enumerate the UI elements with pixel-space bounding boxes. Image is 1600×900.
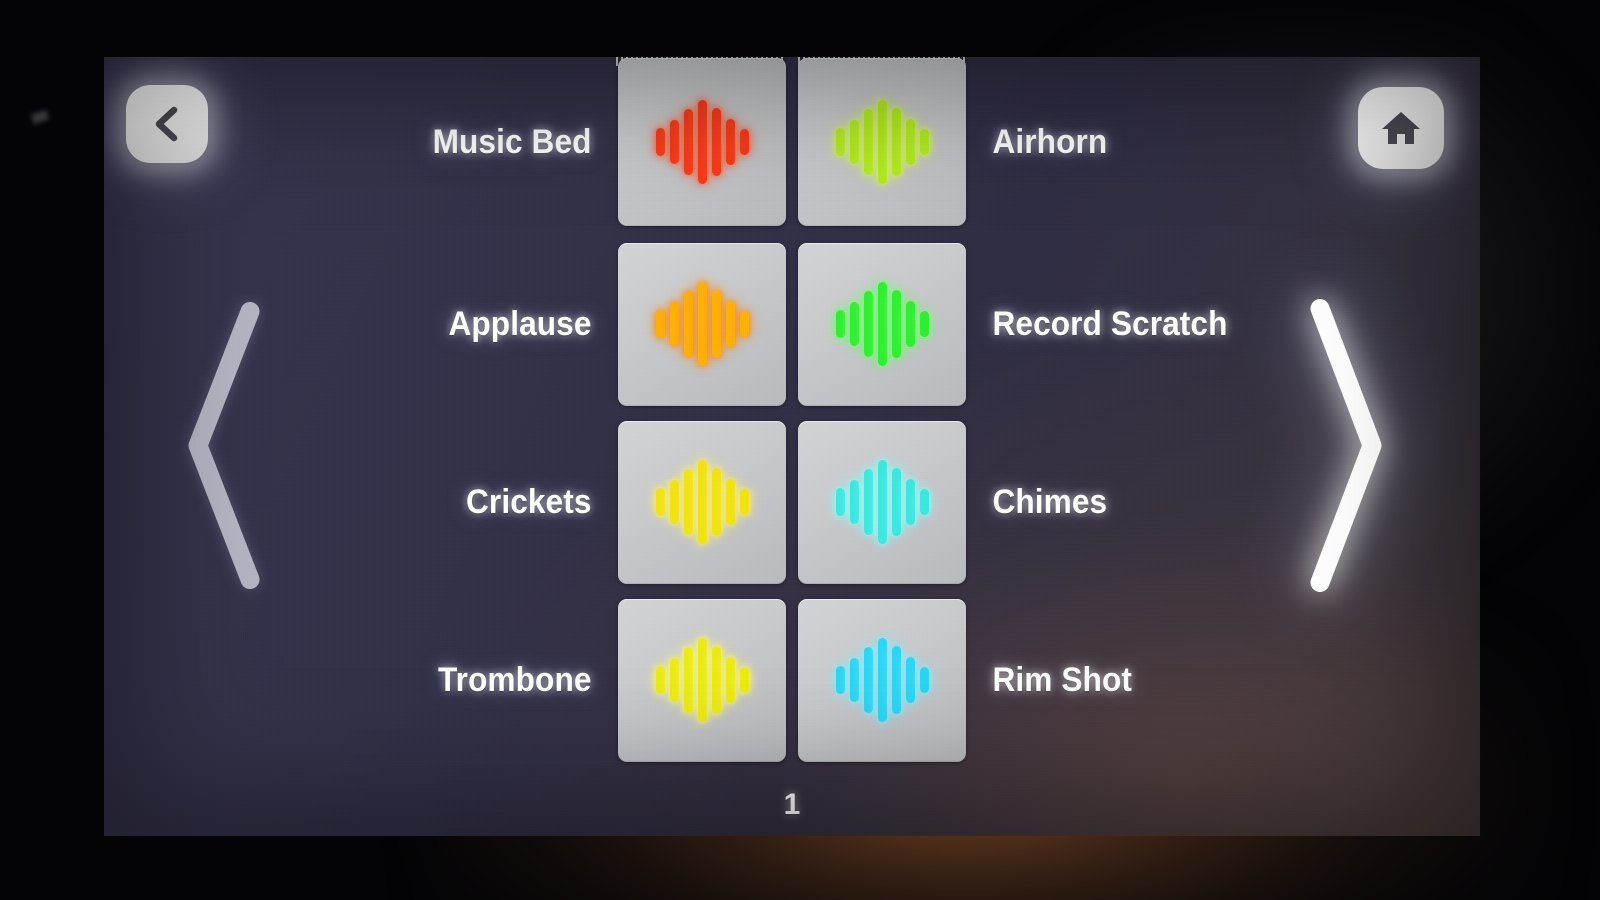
waveform-bar <box>669 480 679 524</box>
waveform-bar <box>711 468 721 536</box>
waveform-bar <box>863 647 873 713</box>
waveform-bar <box>877 100 887 184</box>
pad-label-right: Airhorn <box>992 122 1108 161</box>
waveform-bar <box>891 290 901 358</box>
waveform-icon <box>655 282 749 366</box>
pad-label-left: Crickets <box>465 482 592 521</box>
waveform-bar <box>711 290 721 358</box>
pad-label-left: Applause <box>448 304 592 343</box>
waveform-bar <box>863 469 873 535</box>
waveform-bar <box>739 488 749 516</box>
pad-label-right: Record Scratch <box>992 304 1228 343</box>
waveform-bar <box>739 128 749 156</box>
sound-pad-music-bed[interactable] <box>618 58 786 226</box>
waveform-bar <box>835 127 845 157</box>
waveform-bar <box>919 488 929 516</box>
waveform-bar <box>669 658 679 702</box>
waveform-bar <box>849 480 859 524</box>
waveform-bar <box>697 100 707 184</box>
waveform-icon <box>835 460 929 544</box>
waveform-bar <box>655 487 665 517</box>
waveform-bar <box>835 309 845 339</box>
waveform-bar <box>683 291 693 357</box>
waveform-bar <box>877 638 887 722</box>
waveform-bar <box>877 282 887 366</box>
waveform-bar <box>655 309 665 339</box>
waveform-bar <box>877 460 887 544</box>
waveform-bar <box>849 120 859 164</box>
waveform-bar <box>697 460 707 544</box>
waveform-bar <box>669 302 679 346</box>
waveform-bar <box>849 658 859 702</box>
pad-row: Applause Record Scratch <box>104 235 1480 413</box>
waveform-bar <box>891 646 901 714</box>
pad-label-right: Chimes <box>992 482 1108 521</box>
waveform-bar <box>919 128 929 156</box>
sound-pad-trombone[interactable] <box>618 598 786 762</box>
waveform-bar <box>697 282 707 366</box>
waveform-icon <box>655 460 749 544</box>
waveform-icon <box>655 638 749 722</box>
sound-pad-applause[interactable] <box>618 242 786 406</box>
waveform-bar <box>683 109 693 175</box>
pad-label-left: Trombone <box>437 660 592 699</box>
waveform-bar <box>711 108 721 176</box>
sound-pad-rim-shot[interactable] <box>798 598 966 762</box>
pad-label-left: Music Bed <box>432 122 592 161</box>
waveform-bar <box>835 665 845 695</box>
waveform-icon <box>835 282 929 366</box>
waveform-bar <box>905 119 915 165</box>
sound-pad-grid: Music Bed Airhorn Applause Record Scratc… <box>104 57 1480 836</box>
waveform-bar <box>849 302 859 346</box>
waveform-icon <box>835 100 929 184</box>
waveform-bar <box>905 657 915 703</box>
pad-label-right: Rim Shot <box>992 660 1132 699</box>
sound-pad-airhorn[interactable] <box>798 58 966 226</box>
waveform-bar <box>655 665 665 695</box>
waveform-bar <box>835 487 845 517</box>
waveform-bar <box>891 468 901 536</box>
lens-speck <box>30 109 50 125</box>
sound-pad-chimes[interactable] <box>798 420 966 584</box>
waveform-icon <box>835 638 929 722</box>
waveform-bar <box>863 291 873 357</box>
waveform-bar <box>725 301 735 347</box>
waveform-bar <box>905 301 915 347</box>
pad-row: Music Bed Airhorn <box>104 57 1480 231</box>
waveform-bar <box>697 638 707 722</box>
waveform-bar <box>905 479 915 525</box>
sound-pad-crickets[interactable] <box>618 420 786 584</box>
waveform-bar <box>739 666 749 694</box>
pad-row: Trombone Rim Shot <box>104 591 1480 769</box>
waveform-icon <box>655 100 749 184</box>
waveform-bar <box>891 108 901 176</box>
waveform-bar <box>919 310 929 338</box>
waveform-bar <box>739 310 749 338</box>
waveform-bar <box>863 109 873 175</box>
waveform-bar <box>655 127 665 157</box>
waveform-bar <box>725 119 735 165</box>
soundboard-screen: Music Bed Airhorn Applause Record Scratc… <box>104 57 1480 836</box>
waveform-bar <box>725 657 735 703</box>
waveform-bar <box>919 666 929 694</box>
waveform-bar <box>683 469 693 535</box>
pad-row: Crickets Chimes <box>104 413 1480 591</box>
sound-pad-record-scratch[interactable] <box>798 242 966 406</box>
page-indicator: 1 <box>783 788 801 821</box>
waveform-bar <box>683 647 693 713</box>
device-photo: Music Bed Airhorn Applause Record Scratc… <box>0 0 1600 900</box>
waveform-bar <box>669 120 679 164</box>
waveform-bar <box>725 479 735 525</box>
waveform-bar <box>711 646 721 714</box>
